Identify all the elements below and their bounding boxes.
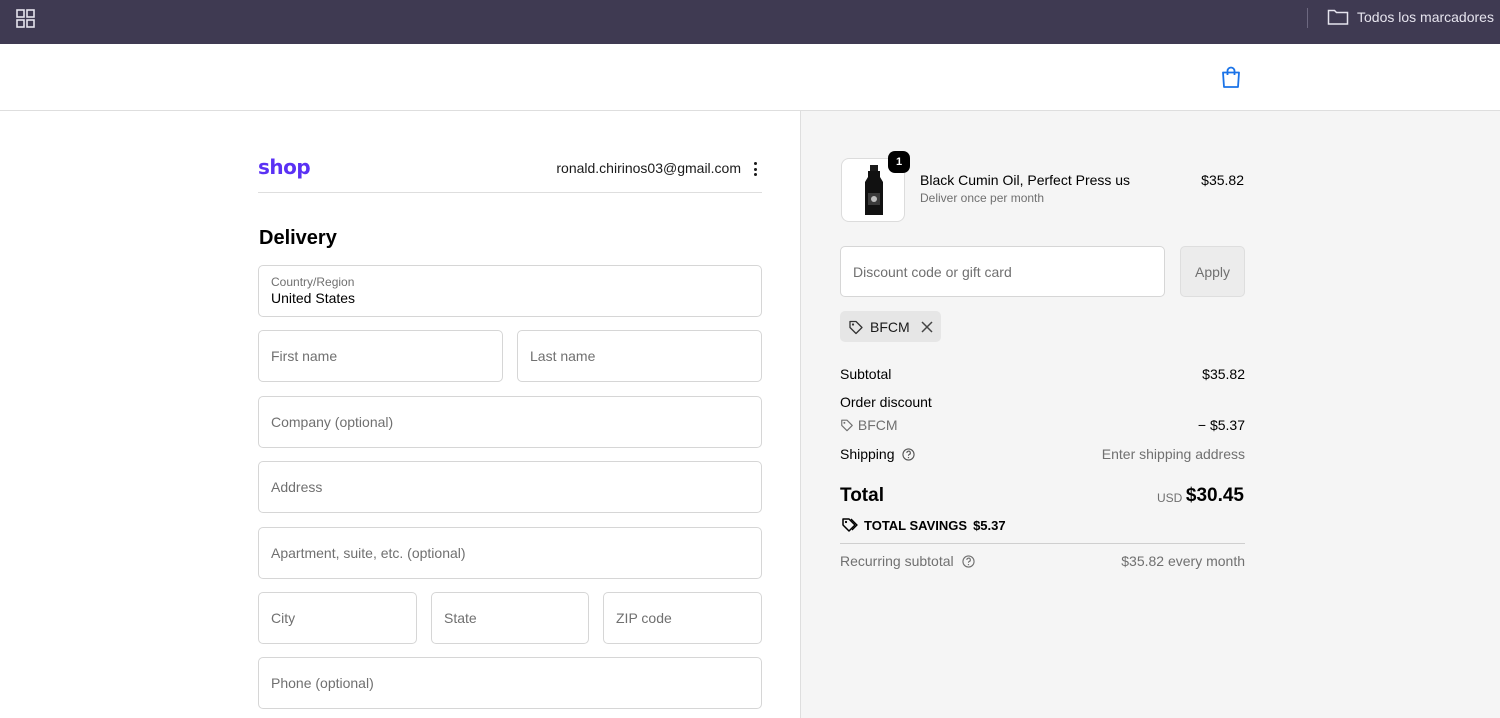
- applied-discount-code: BFCM: [870, 318, 910, 335]
- company-field[interactable]: Company (optional): [258, 396, 762, 448]
- bookmarks-folder-label: Todos los marcadores: [1357, 9, 1494, 25]
- help-circle-icon[interactable]: [902, 448, 916, 461]
- account-divider: [258, 192, 762, 193]
- summary-divider: [840, 543, 1245, 544]
- shopping-bag-icon[interactable]: [1220, 65, 1242, 89]
- shop-pay-logo[interactable]: shop: [258, 155, 311, 179]
- shop-header: [0, 44, 1500, 111]
- savings-value: $5.37: [973, 517, 1006, 533]
- phone-placeholder: Phone (optional): [271, 675, 374, 691]
- checkout-form-column: shop ronald.chirinos03@gmail.com Deliver…: [0, 111, 800, 718]
- subtotal-value: $35.82: [1202, 366, 1245, 382]
- recurring-subtotal-value: $35.82 every month: [1121, 553, 1245, 569]
- product-price: $35.82: [1201, 172, 1244, 188]
- state-placeholder: State: [444, 610, 477, 626]
- subscription-frequency: Deliver once per month: [920, 191, 1045, 205]
- recurring-subtotal-row: Recurring subtotal $35.82 every month: [840, 553, 1245, 569]
- first-name-placeholder: First name: [271, 348, 338, 364]
- quantity-badge: 1: [888, 151, 910, 173]
- order-discount-label: Order discount: [840, 394, 932, 410]
- subtotal-row: Subtotal $35.82: [840, 366, 1245, 382]
- total-savings: TOTAL SAVINGS $5.37: [840, 517, 1006, 533]
- country-region-label: Country/Region: [271, 275, 355, 289]
- account-menu-icon[interactable]: [749, 161, 761, 177]
- total-amount: $30.45: [1185, 485, 1244, 506]
- state-select[interactable]: State: [431, 592, 589, 644]
- applied-discount-chip: BFCM: [840, 311, 941, 342]
- subtotal-label: Subtotal: [840, 366, 892, 382]
- first-name-field[interactable]: First name: [258, 330, 503, 382]
- country-region-value: United States: [271, 290, 356, 306]
- shipping-row: Shipping Enter shipping address: [840, 446, 1245, 462]
- delivery-heading: Delivery: [259, 227, 337, 249]
- discount-code-row: BFCM − $5.37: [840, 417, 1245, 433]
- account-email: ronald.chirinos03@gmail.com: [556, 160, 741, 176]
- all-bookmarks-folder[interactable]: Todos los marcadores: [1327, 6, 1494, 28]
- order-discount-row: Order discount: [840, 394, 1245, 410]
- discount-code-input[interactable]: Discount code or gift card: [840, 246, 1165, 297]
- discount-code-name: BFCM: [857, 417, 898, 433]
- discount-code-placeholder: Discount code or gift card: [853, 263, 1012, 280]
- browser-bookmarks-bar: Todos los marcadores: [0, 0, 1500, 44]
- apartment-field[interactable]: Apartment, suite, etc. (optional): [258, 527, 762, 579]
- city-field[interactable]: City: [258, 592, 417, 644]
- last-name-field[interactable]: Last name: [517, 330, 762, 382]
- folder-icon: [1327, 9, 1349, 25]
- recurring-subtotal-label: Recurring subtotal: [840, 553, 954, 569]
- last-name-placeholder: Last name: [530, 348, 596, 364]
- city-placeholder: City: [271, 610, 296, 626]
- zip-code-placeholder: ZIP code: [616, 610, 672, 626]
- address-placeholder: Address: [271, 479, 323, 495]
- total-label: Total: [840, 485, 884, 506]
- country-region-select[interactable]: Country/Region United States: [258, 265, 762, 317]
- bookmarks-divider: [1307, 8, 1308, 28]
- remove-discount-icon[interactable]: [920, 320, 934, 334]
- savings-tag-icon: [842, 518, 858, 532]
- tag-icon: [841, 419, 853, 432]
- address-field[interactable]: Address: [258, 461, 762, 513]
- shipping-value: Enter shipping address: [1101, 446, 1245, 462]
- apply-discount-button[interactable]: Apply: [1180, 246, 1245, 297]
- total-currency: USD: [1157, 491, 1183, 505]
- apartment-placeholder: Apartment, suite, etc. (optional): [271, 545, 466, 561]
- company-placeholder: Company (optional): [271, 414, 394, 430]
- order-summary-column: 1 Black Cumin Oil, Perfect Press us Deli…: [800, 111, 1500, 718]
- phone-field[interactable]: Phone (optional): [258, 657, 762, 709]
- shipping-label: Shipping: [840, 446, 895, 462]
- zip-code-field[interactable]: ZIP code: [603, 592, 762, 644]
- savings-label: TOTAL SAVINGS: [864, 517, 968, 533]
- discount-amount: − $5.37: [1197, 417, 1245, 433]
- help-circle-icon[interactable]: [961, 555, 975, 568]
- tag-icon: [849, 320, 863, 334]
- product-name: Black Cumin Oil, Perfect Press us: [920, 172, 1131, 188]
- apps-grid-icon[interactable]: [16, 9, 36, 29]
